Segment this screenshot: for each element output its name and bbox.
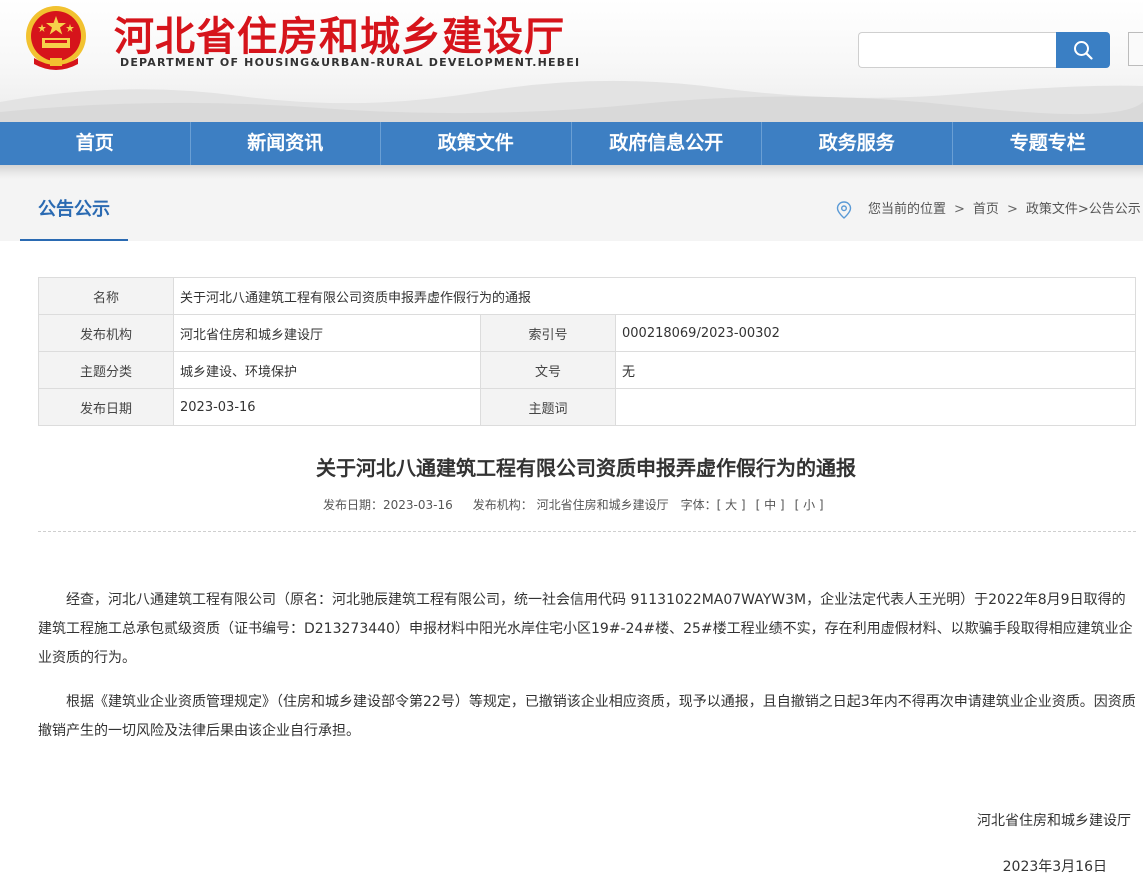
article-title: 关于河北八通建筑工程有限公司资质申报弄虚作假行为的通报 (316, 456, 856, 480)
nav-shadow (0, 165, 1143, 179)
index-value: 000218069/2023-00302 (615, 314, 1136, 352)
breadcrumb-path-link[interactable]: 政策文件>公告公示 (1026, 179, 1141, 241)
font-medium-button[interactable]: [ 中 ] (756, 496, 785, 513)
keyword-label: 主题词 (480, 388, 616, 426)
meta-org: 发布机构： 河北省住房和城乡建设厅 (472, 498, 669, 512)
article-meta: 发布日期：2023-03-16 发布机构： 河北省住房和城乡建设厅 字体： [ … (323, 496, 824, 513)
site-subtitle: DEPARTMENT OF HOUSING&URBAN-RURAL DEVELO… (120, 56, 581, 69)
breadcrumb-separator: > (1006, 202, 1018, 217)
signature-org: 河北省住房和城乡建设厅 (977, 813, 1131, 829)
name-label: 名称 (38, 277, 174, 315)
mountain-backdrop (0, 80, 1143, 122)
article-paragraph: 根据《建筑业企业资质管理规定》（住房和城乡建设部令第22号）等规定，已撤销该企业… (38, 694, 1136, 739)
table-row: 发布机构 河北省住房和城乡建设厅 索引号 000218069/2023-0030… (38, 314, 1136, 352)
header-side-widget[interactable] (1128, 32, 1143, 66)
org-label: 发布机构 (38, 314, 174, 352)
signature-date: 2023年3月16日 (1002, 859, 1107, 875)
site-header: 河北省住房和城乡建设厅 DEPARTMENT OF HOUSING&URBAN-… (0, 0, 1143, 122)
font-large-button[interactable]: [ 大 ] (717, 496, 746, 513)
table-row: 名称 关于河北八通建筑工程有限公司资质申报弄虚作假行为的通报 (38, 277, 1136, 315)
location-pin-icon (836, 201, 852, 219)
nav-item-home[interactable]: 首页 (0, 122, 191, 165)
nav-item-news[interactable]: 新闻资讯 (191, 122, 381, 165)
topic-label: 主题分类 (38, 351, 174, 389)
keyword-value (615, 388, 1136, 426)
nav-item-topics[interactable]: 专题专栏 (953, 122, 1143, 165)
breadcrumb-home-link[interactable]: 首页 (973, 179, 999, 241)
font-small-button[interactable]: [ 小 ] (795, 496, 824, 513)
date-value: 2023-03-16 (173, 388, 481, 426)
org-value: 河北省住房和城乡建设厅 (173, 314, 481, 352)
index-label: 索引号 (480, 314, 616, 352)
docno-value: 无 (615, 351, 1136, 389)
site-title: 河北省住房和城乡建设厅 (114, 14, 565, 60)
search-button[interactable] (1056, 32, 1110, 68)
nav-item-gov-info[interactable]: 政府信息公开 (572, 122, 762, 165)
article-paragraph: 经查，河北八通建筑工程有限公司（原名：河北驰辰建筑工程有限公司，统一社会信用代码… (38, 592, 1133, 666)
table-row: 发布日期 2023-03-16 主题词 (38, 388, 1136, 426)
section-title: 公告公示 (20, 179, 128, 241)
search-icon (1074, 41, 1093, 60)
breadcrumb-separator: > (954, 202, 965, 217)
location-label: 您当前的位置 (868, 202, 947, 217)
font-size-label: 字体： (680, 498, 717, 512)
nav-item-services[interactable]: 政务服务 (762, 122, 953, 165)
search-input[interactable] (858, 32, 1058, 68)
section-header: 公告公示 您当前的位置 > 首页 > 政策文件>公告公示 (0, 179, 1143, 241)
name-value: 关于河北八通建筑工程有限公司资质申报弄虚作假行为的通报 (173, 277, 1136, 315)
main-nav: 首页 新闻资讯 政策文件 政府信息公开 政务服务 专题专栏 (0, 122, 1143, 165)
nav-item-policy[interactable]: 政策文件 (381, 122, 572, 165)
date-label: 发布日期 (38, 388, 174, 426)
table-row: 主题分类 城乡建设、环境保护 文号 无 (38, 351, 1136, 389)
docno-label: 文号 (480, 351, 616, 389)
document-info-table: 名称 关于河北八通建筑工程有限公司资质申报弄虚作假行为的通报 发布机构 河北省住… (38, 277, 1136, 426)
breadcrumb: 您当前的位置 > 首页 > 政策文件>公告公示 (836, 179, 1141, 241)
topic-value: 城乡建设、环境保护 (173, 351, 481, 389)
meta-date: 发布日期：2023-03-16 (323, 498, 453, 512)
divider (38, 531, 1136, 532)
national-emblem-icon (26, 6, 86, 70)
